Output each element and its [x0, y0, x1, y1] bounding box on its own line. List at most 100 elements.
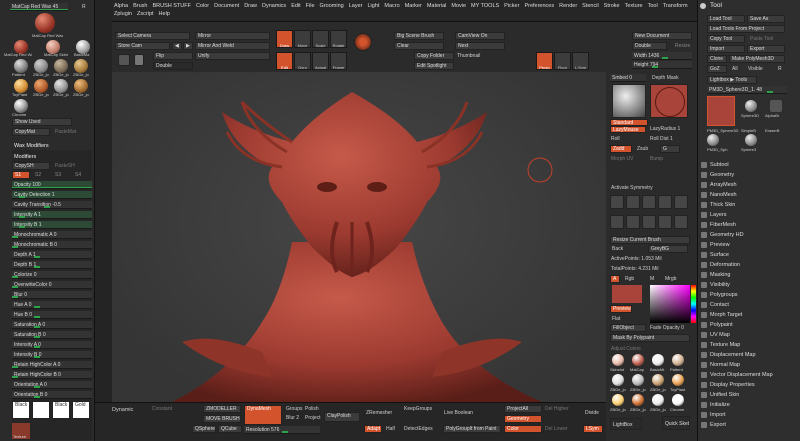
new-document-button[interactable]: New Document [632, 32, 692, 40]
resize-button[interactable]: Resize [675, 43, 690, 49]
subpalette-unified-skin[interactable]: Unified Skin [710, 390, 800, 400]
import-button[interactable]: Import [707, 45, 745, 53]
roll-dist-slider[interactable]: Roll Dist 1 [650, 136, 673, 142]
material-thumb[interactable] [14, 79, 28, 93]
lightbox-tools-button[interactable]: Lightbox ▶ Tools [707, 76, 757, 84]
color-cell[interactable]: Black [12, 401, 30, 419]
actual-tool-button[interactable]: Actual [312, 52, 329, 70]
brush-option-icon[interactable] [674, 215, 688, 229]
subpalette-deformation[interactable]: Deformation [710, 260, 800, 270]
wax-slider[interactable]: Colorize 0 [12, 271, 92, 279]
unify-button[interactable]: Unify [195, 52, 270, 60]
menu-item[interactable]: BRUSH STUFF [152, 2, 191, 10]
tool-thumb-main[interactable] [707, 96, 735, 126]
subpalette-import[interactable]: Import [710, 410, 800, 420]
zmodeller-button[interactable]: ZMODELLER [203, 405, 241, 413]
subpalette-polygroups[interactable]: Polygroups [710, 290, 800, 300]
material-thumb[interactable] [612, 394, 624, 406]
material-thumb[interactable] [14, 59, 28, 73]
geometry-toggle[interactable]: Geometry [504, 415, 542, 423]
subpalette-normal-map[interactable]: Normal Map [710, 360, 800, 370]
brush-option-icon[interactable] [610, 195, 624, 209]
mirror-button[interactable]: Mirror [195, 32, 270, 40]
material-thumb[interactable] [632, 374, 644, 386]
camera-icon[interactable] [118, 54, 130, 66]
brush-option-icon[interactable] [642, 195, 656, 209]
clear-button[interactable]: Clear [394, 42, 444, 50]
camview-on-button[interactable]: CamView On [455, 32, 505, 40]
brush-option-icon[interactable] [610, 215, 624, 229]
material-thumb[interactable] [672, 374, 684, 386]
move-brush-button[interactable]: MOVE BRUSH [203, 415, 241, 423]
copy-sh-button[interactable]: CopySH [12, 162, 50, 170]
rgb-toggle[interactable]: Rgb [625, 276, 634, 282]
half-button[interactable]: Half [386, 426, 395, 432]
gyro-tool-button[interactable]: Gyro [294, 52, 311, 70]
material-thumb[interactable] [34, 59, 48, 73]
tool-title[interactable]: Tool [710, 2, 722, 9]
tool-thumb[interactable] [707, 134, 719, 146]
polish-toggle[interactable]: Polish [305, 406, 319, 412]
wax-slider[interactable]: Intensity A 1 [12, 211, 92, 219]
subpalette-initialize[interactable]: Initialize [710, 400, 800, 410]
big-scene-brush-button[interactable]: Big Scene Brush [394, 32, 444, 40]
select-camera-button[interactable]: Select Camera [115, 32, 190, 40]
next-camera-button[interactable]: ▶ [183, 42, 193, 50]
grey-bg-button[interactable]: GreyBG [648, 245, 688, 253]
wax-modifiers-header[interactable]: Wax Modifiers [14, 143, 49, 149]
double-doc-button[interactable]: Double [632, 42, 667, 50]
draw-tool-button[interactable]: Draw [276, 30, 293, 48]
wax-slider[interactable]: Cavity Detection 1 [12, 191, 92, 199]
a-button[interactable]: A [610, 275, 620, 283]
menu-item[interactable]: Macro [384, 2, 399, 10]
clone-button[interactable]: Clone [707, 55, 727, 63]
tool-thumb[interactable] [770, 100, 782, 112]
menu-item[interactable]: Help [159, 10, 170, 18]
paste-mat-button[interactable]: PasteMat [55, 129, 76, 135]
zadd-button[interactable]: Zadd [610, 145, 632, 153]
load-tools-from-project-button[interactable]: Load Tools From Project [707, 25, 785, 33]
subpalette-displacement-map[interactable]: Displacement Map [710, 350, 800, 360]
sh-tab[interactable]: S1 [12, 171, 30, 179]
store-cam-button[interactable]: Store Cam [115, 42, 170, 50]
lock-icon[interactable] [134, 54, 144, 66]
brush-option-icon[interactable] [658, 215, 672, 229]
project-toggle[interactable]: Project [305, 415, 321, 421]
floor-tool-button[interactable]: Floor [554, 52, 571, 70]
subpalette-layers[interactable]: Layers [710, 210, 800, 220]
prev-camera-button[interactable]: ◀ [172, 42, 182, 50]
wax-slider[interactable]: Retain HighColor B 0 [12, 371, 92, 379]
material-thumb[interactable] [54, 59, 68, 73]
current-tool-slider[interactable]: PM3D_Sphere3D_1. 48 [707, 86, 787, 94]
subpalette-surface[interactable]: Surface [710, 250, 800, 260]
tool-thumb[interactable] [745, 134, 757, 146]
menu-item[interactable]: Light [367, 2, 379, 10]
wax-slider[interactable]: Retain HighColor A 0 [12, 361, 92, 369]
color-cell[interactable]: Gold [72, 401, 90, 419]
menu-item[interactable]: Material [427, 2, 447, 10]
r-button[interactable]: R [778, 66, 782, 72]
frame-tool-button[interactable]: Frame [330, 52, 347, 70]
material-thumb[interactable] [74, 79, 88, 93]
goz-button[interactable]: GoZ [707, 65, 727, 73]
menu-item[interactable]: Color [196, 2, 209, 10]
wax-slider[interactable]: Intensity B 0 [12, 351, 92, 359]
scale-tool-button[interactable]: Scale [312, 30, 329, 48]
dynamic-label[interactable]: Dynamic [112, 407, 133, 413]
export-button[interactable]: Export [747, 45, 785, 53]
all-button[interactable]: All [732, 66, 738, 72]
copy-folder-button[interactable]: Copy Folder [414, 52, 454, 60]
subpalette-export[interactable]: Export [710, 420, 800, 430]
zremesher-button[interactable]: ZRemesher [366, 410, 392, 416]
menu-item[interactable]: Zplugin [114, 10, 132, 18]
r-label[interactable]: R [82, 4, 86, 10]
wax-slider[interactable]: OverwriteColor 0 [12, 281, 92, 289]
menu-item[interactable]: Draw [244, 2, 257, 10]
material-thumb[interactable] [612, 374, 624, 386]
fade-opacity-slider[interactable]: Fade Opacity 0 [650, 325, 684, 331]
wax-slider[interactable]: Monochromatic B 0 [12, 241, 92, 249]
material-thumb[interactable] [34, 79, 48, 93]
subpalette-visibility[interactable]: Visibility [710, 280, 800, 290]
constant-label[interactable]: Constant [152, 406, 172, 412]
zsub-button[interactable]: Zsub [637, 146, 648, 152]
